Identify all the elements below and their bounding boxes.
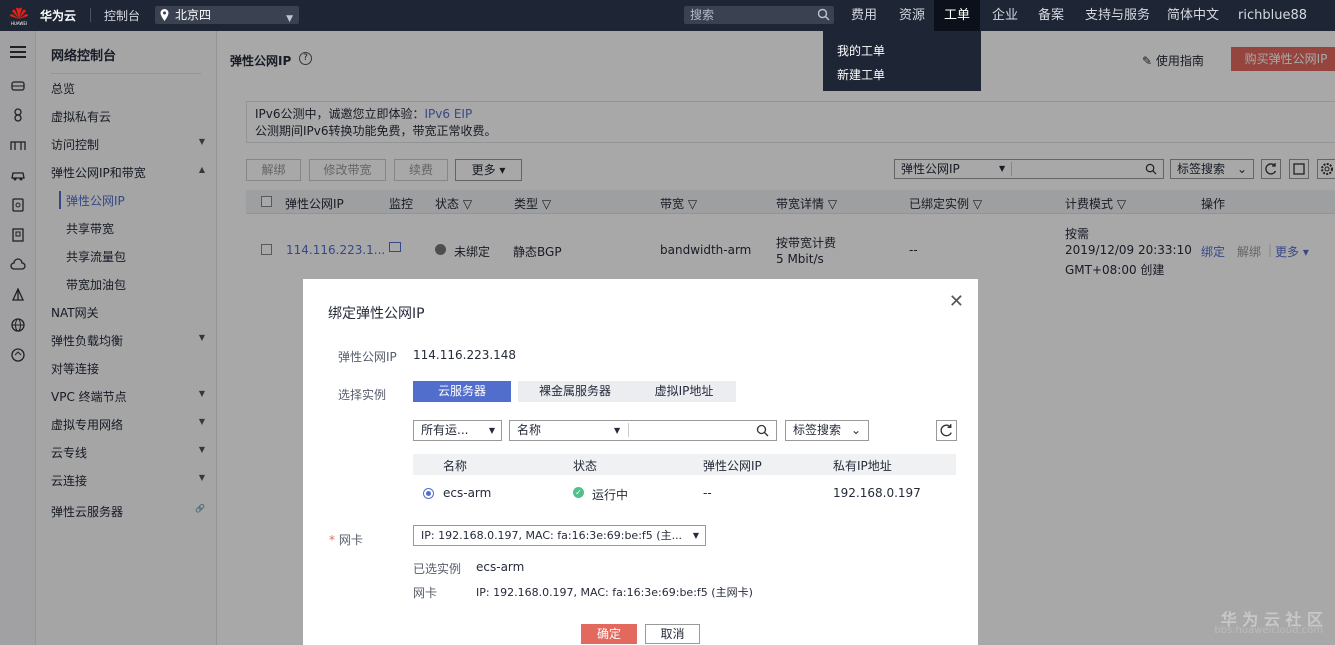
- search-icon[interactable]: [756, 424, 769, 437]
- tab-ecs[interactable]: 云服务器: [413, 381, 511, 402]
- divider: [90, 8, 91, 22]
- instance-eip: --: [703, 486, 712, 500]
- nav-user[interactable]: richblue88: [1238, 0, 1307, 31]
- instance-table-header: 名称 状态 弹性公网IP 私有IP地址: [413, 454, 956, 475]
- search-placeholder: 搜索: [690, 8, 715, 22]
- instance-status: 运行中: [592, 488, 629, 502]
- nic-select-value: IP: 192.168.0.197, MAC: fa:16:3e:69:be:f…: [421, 529, 683, 542]
- divider: [628, 423, 629, 437]
- tag-search-label: 标签搜索: [793, 423, 842, 437]
- location-pin-icon: [160, 9, 169, 21]
- confirm-button[interactable]: 确定: [581, 624, 637, 644]
- tag-search-button[interactable]: 标签搜索 ⌄: [785, 420, 869, 441]
- nav-icp[interactable]: 备案: [1038, 0, 1064, 31]
- bind-eip-dialog: 绑定弹性公网IP ✕ 弹性公网IP 114.116.223.148 选择实例 云…: [303, 279, 978, 645]
- project-select-value: 所有运...: [421, 423, 469, 437]
- instance-private-ip: 192.168.0.197: [833, 486, 921, 500]
- tab-vip[interactable]: 虚拟IP地址: [632, 381, 736, 402]
- nav-support[interactable]: 支持与服务: [1085, 0, 1150, 31]
- nav-language[interactable]: 简体中文: [1167, 0, 1219, 31]
- check-circle-icon: ✓: [573, 487, 584, 498]
- nic-label: * 网卡: [329, 531, 363, 548]
- my-tickets-item[interactable]: 我的工单: [837, 42, 885, 59]
- col-eip: 弹性公网IP: [703, 459, 762, 473]
- instance-name: ecs-arm: [443, 486, 492, 500]
- nav-resources[interactable]: 资源: [899, 0, 925, 31]
- region-value: 北京四: [175, 8, 212, 22]
- new-ticket-item[interactable]: 新建工单: [837, 66, 885, 83]
- selected-instance-value: ecs-arm: [476, 560, 525, 574]
- dialog-title: 绑定弹性公网IP: [328, 306, 425, 322]
- nav-enterprise[interactable]: 企业: [992, 0, 1018, 31]
- brand-name[interactable]: 华为云: [40, 7, 76, 24]
- close-icon[interactable]: ✕: [949, 291, 964, 312]
- required-mark: *: [329, 533, 335, 547]
- col-private-ip: 私有IP地址: [833, 459, 892, 473]
- caret-down-icon: ▼: [692, 531, 699, 540]
- col-status: 状态: [573, 459, 598, 473]
- region-select[interactable]: 北京四 ▼: [155, 6, 299, 24]
- nav-tickets[interactable]: 工单: [934, 0, 980, 31]
- caret-down-icon: ▼: [488, 426, 495, 435]
- instance-search[interactable]: 名称 ▼: [509, 420, 777, 441]
- selected-nic-label: 网卡: [413, 586, 438, 600]
- console-link[interactable]: 控制台: [104, 7, 140, 24]
- huawei-logo-wordmark: HUAWEI: [11, 21, 27, 26]
- search-field-value: 名称: [517, 423, 542, 437]
- project-select[interactable]: 所有运... ▼: [413, 420, 502, 441]
- search-icon[interactable]: [817, 8, 830, 21]
- eip-value: 114.116.223.148: [413, 348, 517, 362]
- chevron-down-icon: ▼: [286, 14, 293, 24]
- caret-down-icon: ▼: [614, 426, 621, 435]
- tickets-dropdown: 我的工单 新建工单: [823, 31, 981, 91]
- col-name: 名称: [443, 459, 468, 473]
- watermark-url: bbs.huaweicloud.com: [1214, 625, 1323, 636]
- selected-nic-value: IP: 192.168.0.197, MAC: fa:16:3e:69:be:f…: [476, 586, 753, 599]
- instance-label: 选择实例: [338, 388, 387, 402]
- cancel-button[interactable]: 取消: [645, 624, 700, 644]
- double-chevron-down-icon: ⌄: [850, 423, 861, 437]
- nic-label-text: 网卡: [338, 533, 363, 547]
- nic-select[interactable]: IP: 192.168.0.197, MAC: fa:16:3e:69:be:f…: [413, 525, 706, 546]
- huawei-logo-icon[interactable]: HUAWEI: [8, 4, 30, 26]
- nav-cost[interactable]: 费用: [851, 0, 877, 31]
- selected-instance-label: 已选实例: [413, 562, 462, 576]
- refresh-icon[interactable]: [936, 420, 957, 441]
- eip-label: 弹性公网IP: [338, 350, 397, 364]
- top-bar: HUAWEI 华为云 控制台 北京四 ▼ 搜索 费用 资源 工单 企业 备案 支…: [0, 0, 1335, 31]
- global-search[interactable]: 搜索: [684, 6, 834, 24]
- tab-bms[interactable]: 裸金属服务器: [518, 381, 632, 402]
- instance-radio[interactable]: [423, 488, 434, 499]
